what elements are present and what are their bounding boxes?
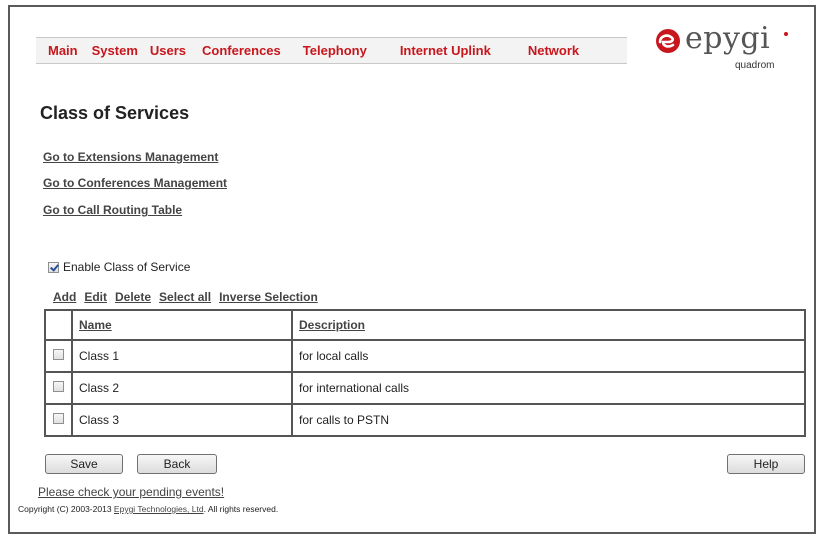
link-conferences-management[interactable]: Go to Conferences Management (43, 176, 227, 190)
menu-item-system[interactable]: System (92, 43, 138, 58)
row-select-cell (44, 339, 73, 373)
table-header-row: Name Description (44, 309, 806, 341)
copyright-suffix: . All rights reserved. (203, 504, 279, 514)
row-name: Class 2 (71, 371, 293, 405)
row-description: for calls to PSTN (291, 403, 806, 437)
add-link[interactable]: Add (53, 290, 76, 304)
row-select-cell (44, 371, 73, 405)
logo-wordmark: epygi (685, 21, 771, 56)
menu-item-internet-uplink[interactable]: Internet Uplink (400, 43, 491, 58)
inverse-selection-link[interactable]: Inverse Selection (219, 290, 318, 304)
table-row: Class 3 for calls to PSTN (44, 403, 806, 437)
select-all-link[interactable]: Select all (159, 290, 211, 304)
row-checkbox[interactable] (53, 381, 64, 392)
menu-item-network[interactable]: Network (528, 43, 579, 58)
row-checkbox[interactable] (53, 413, 64, 424)
row-name: Class 3 (71, 403, 293, 437)
header-select-cell (44, 309, 73, 341)
edit-link[interactable]: Edit (84, 290, 107, 304)
logo-mark-icon (656, 29, 680, 53)
header-description[interactable]: Description (291, 309, 806, 341)
link-call-routing-table[interactable]: Go to Call Routing Table (43, 203, 182, 217)
delete-link[interactable]: Delete (115, 290, 151, 304)
table-row: Class 2 for international calls (44, 371, 806, 405)
table-actions: Add Edit Delete Select all Inverse Selec… (53, 290, 326, 304)
enable-cos-row: Enable Class of Service (48, 260, 190, 274)
logo-subtitle: quadrom (735, 60, 775, 71)
row-name: Class 1 (71, 339, 293, 373)
row-select-cell (44, 403, 73, 437)
header-name[interactable]: Name (71, 309, 293, 341)
enable-cos-label: Enable Class of Service (63, 260, 191, 274)
help-button[interactable]: Help (727, 454, 805, 474)
enable-cos-checkbox[interactable] (48, 261, 59, 273)
row-checkbox[interactable] (53, 349, 64, 360)
back-button[interactable]: Back (137, 454, 217, 474)
cos-table: Name Description Class 1 for local calls… (44, 309, 806, 437)
row-description: for international calls (291, 371, 806, 405)
epygi-link[interactable]: Epygi Technologies, Ltd (114, 504, 204, 514)
copyright-prefix: Copyright (C) 2003-2013 (18, 504, 114, 514)
table-row: Class 1 for local calls (44, 339, 806, 373)
row-description: for local calls (291, 339, 806, 373)
link-extensions-management[interactable]: Go to Extensions Management (43, 150, 218, 164)
menu-item-conferences[interactable]: Conferences (202, 43, 281, 58)
menu-item-users[interactable]: Users (150, 43, 186, 58)
pending-events-link[interactable]: Please check your pending events! (38, 485, 224, 499)
save-button[interactable]: Save (45, 454, 123, 474)
copyright: Copyright (C) 2003-2013 Epygi Technologi… (18, 504, 278, 514)
page-title: Class of Services (40, 103, 190, 123)
main-menu: Main System Users Conferences Telephony … (36, 37, 627, 64)
logo-dot (784, 32, 788, 36)
menu-item-main[interactable]: Main (48, 43, 78, 58)
menu-item-telephony[interactable]: Telephony (303, 43, 367, 58)
epygi-logo: epygi quadrom (655, 21, 795, 84)
